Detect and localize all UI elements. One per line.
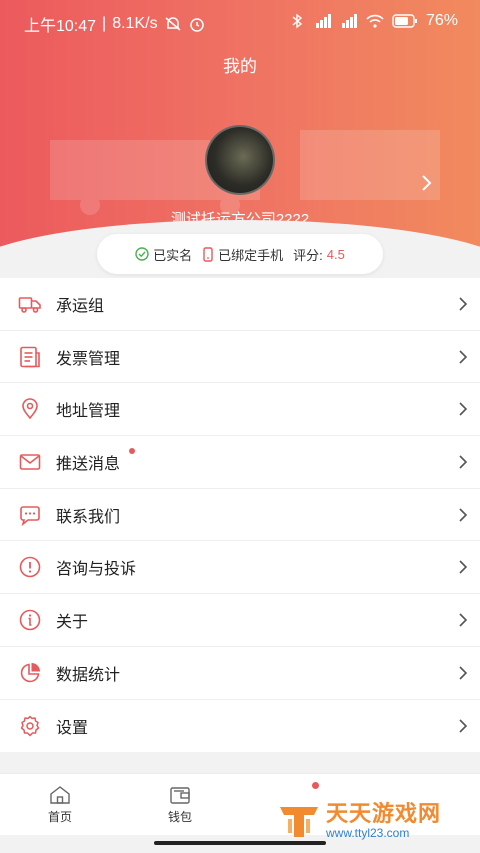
chevron-right-icon[interactable] (420, 173, 434, 193)
score-badge: 评分: 4.5 (293, 245, 345, 264)
score-label: 评分: (293, 247, 323, 263)
verification-badges: 已实名 已绑定手机 评分: 4.5 (97, 234, 383, 274)
verified-badge: 已实名 (135, 245, 192, 264)
mute-bell-icon (165, 17, 181, 31)
menu-item-about[interactable]: 关于 (0, 594, 480, 647)
menu-item-carrier-group[interactable]: 承运组 (0, 278, 480, 331)
unread-dot (129, 448, 135, 455)
watermark-logo-icon (280, 807, 318, 837)
battery-level: 76% (425, 12, 458, 29)
menu-label: 设置 (56, 719, 89, 737)
menu-label: 发票管理 (56, 350, 121, 368)
watermark-url: www.ttyl23.com (326, 826, 410, 840)
tab-home-label: 首页 (47, 810, 72, 824)
menu-label: 咨询与投诉 (56, 561, 137, 579)
verified-label: 已实名 (153, 247, 193, 263)
menu-item-push-messages[interactable]: 推送消息 (0, 436, 480, 489)
gear-icon (20, 715, 40, 737)
chevron-right-icon (459, 508, 468, 522)
pie-chart-icon (20, 662, 40, 682)
chevron-right-icon (459, 560, 468, 574)
chevron-right-icon (459, 613, 468, 627)
chevron-right-icon (459, 297, 468, 311)
invoice-icon (20, 346, 40, 367)
chat-bubble-icon (20, 505, 40, 526)
chevron-right-icon (459, 349, 468, 364)
status-divider: | (102, 15, 107, 32)
settings-menu: 承运组 发票管理 地址管理 推送消息 联系我们 咨询与投诉 关于 数据统计 设置 (0, 278, 480, 753)
watermark-logo: 天天游戏网 www.ttyl23.com (276, 800, 452, 842)
tab-wallet[interactable]: 钱包 (120, 774, 240, 836)
status-time: 上午10:47 (24, 18, 97, 35)
menu-item-address[interactable]: 地址管理 (0, 383, 480, 437)
watermark-text: 天天游戏网 www.ttyl23.com (326, 801, 442, 840)
company-name: 测试托运方公司2222 (170, 211, 310, 228)
page-title: 我的 (223, 57, 257, 76)
menu-item-settings[interactable]: 设置 (0, 700, 480, 753)
tab-wallet-label: 钱包 (167, 810, 192, 824)
menu-label: 关于 (56, 613, 89, 631)
menu-label: 数据统计 (56, 666, 121, 684)
alarm-icon (189, 18, 204, 32)
signal-icon (315, 14, 331, 28)
avatar[interactable] (205, 125, 275, 195)
chevron-right-icon (459, 719, 468, 733)
wifi-icon (366, 14, 384, 28)
status-bar: 上午10:47 | 8.1K/s 76% (0, 0, 480, 44)
signal-icon-2 (341, 14, 357, 28)
phone-label: 已绑定手机 (218, 247, 284, 263)
menu-item-invoice[interactable]: 发票管理 (0, 331, 480, 384)
watermark-title: 天天游戏网 (326, 801, 442, 826)
chevron-right-icon (459, 666, 468, 680)
menu-item-contact-us[interactable]: 联系我们 (0, 489, 480, 542)
menu-label: 联系我们 (56, 508, 121, 526)
phone-badge: 已绑定手机 (202, 245, 283, 264)
home-indicator[interactable] (154, 841, 326, 845)
wallet-icon (170, 787, 190, 804)
phone-icon (203, 246, 213, 262)
home-icon (50, 786, 70, 804)
battery-icon (392, 14, 417, 28)
tab-home[interactable]: 首页 (0, 774, 120, 836)
menu-label: 推送消息 (56, 455, 121, 473)
chevron-right-icon (459, 455, 468, 469)
check-circle-icon (135, 247, 149, 261)
menu-item-statistics[interactable]: 数据统计 (0, 647, 480, 700)
menu-item-consult-complaint[interactable]: 咨询与投诉 (0, 541, 480, 595)
chevron-right-icon (459, 402, 468, 416)
network-speed: 8.1K/s (112, 15, 158, 32)
info-icon (19, 609, 41, 631)
menu-label: 地址管理 (56, 403, 121, 421)
mail-icon (19, 454, 41, 470)
tab-notification-dot (312, 782, 319, 789)
truck-icon (18, 297, 41, 313)
score-value: 4.5 (326, 246, 345, 262)
profile-header: 上午10:47 | 8.1K/s 76% 我的 测试托运方公司2222 (0, 0, 480, 250)
exclamation-icon (19, 556, 41, 578)
menu-label: 承运组 (56, 297, 105, 315)
location-pin-icon (22, 398, 38, 420)
bluetooth-icon (292, 13, 303, 29)
